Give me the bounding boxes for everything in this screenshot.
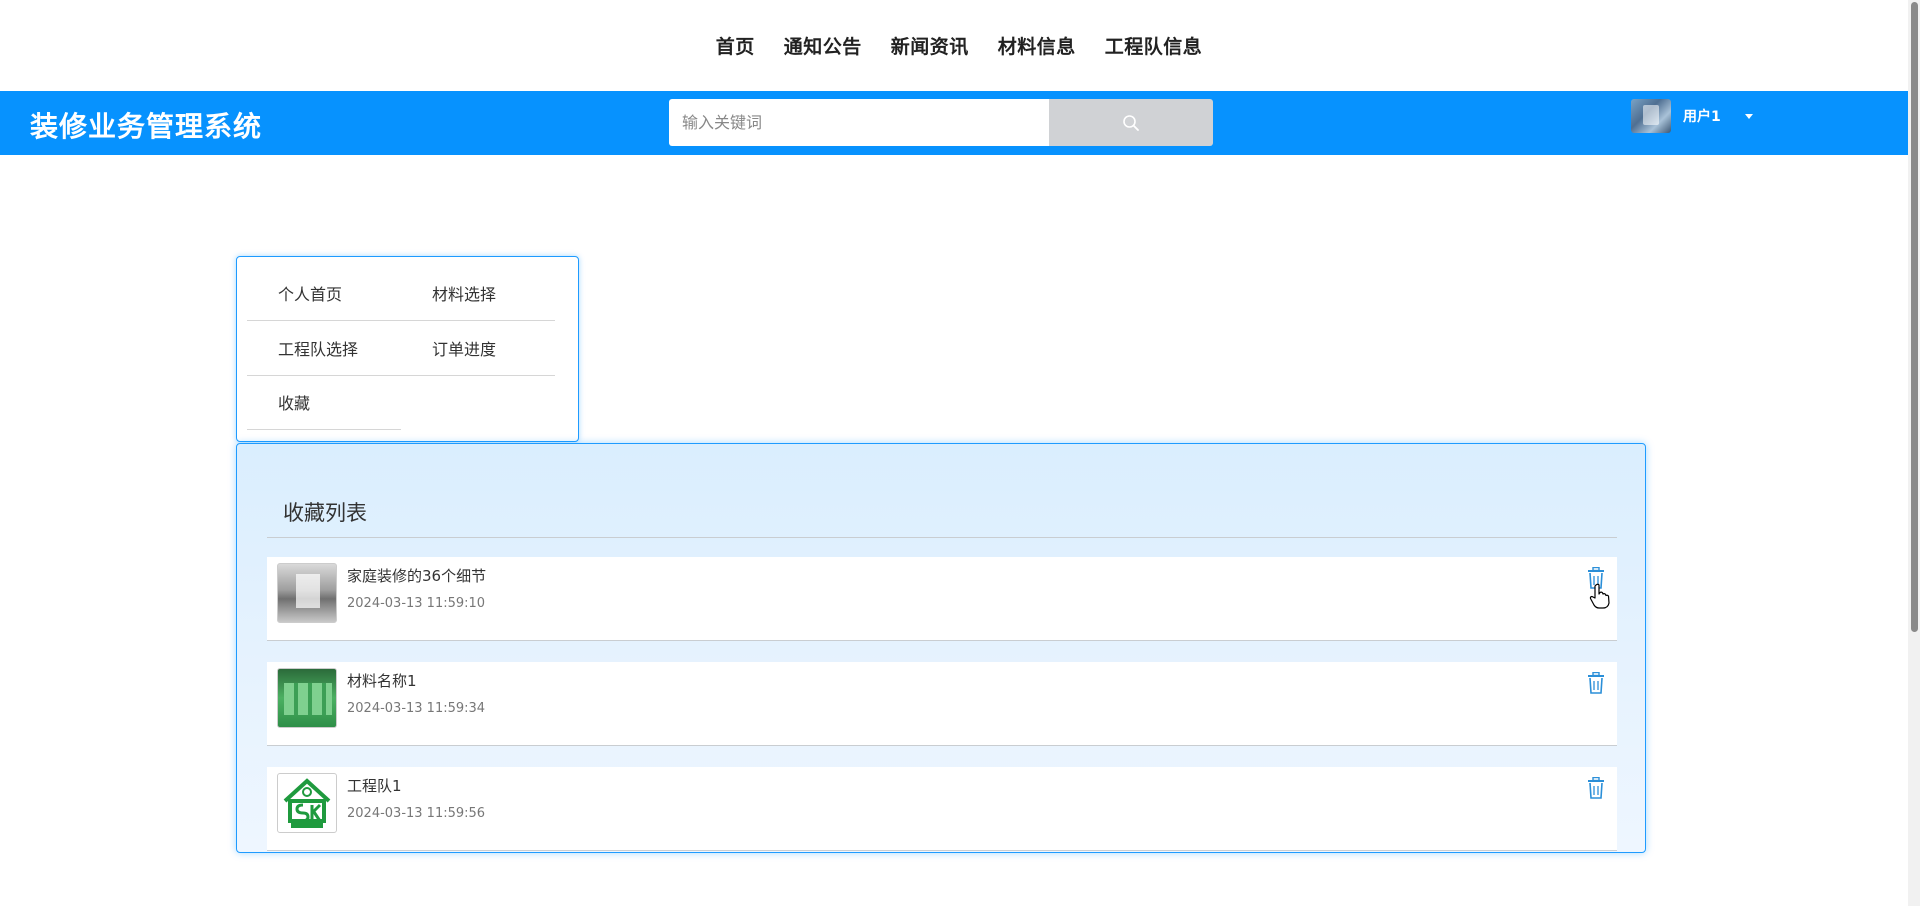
chevron-down-icon — [1744, 113, 1753, 119]
brand-title: 装修业务管理系统 — [30, 110, 263, 143]
scrollbar-thumb[interactable] — [1911, 2, 1918, 632]
menu-item-label: 个人首页 — [278, 284, 343, 304]
favorites-panel: 收藏列表 家庭装修的36个细节 2024-03-13 11:59:10 材料名称… — [236, 443, 1646, 853]
search-input[interactable] — [669, 99, 1049, 146]
menu-item-material-select[interactable]: 材料选择 — [401, 265, 555, 320]
menu-item-label: 工程队选择 — [278, 339, 359, 359]
trash-icon[interactable] — [1587, 672, 1605, 694]
item-timestamp: 2024-03-13 11:59:34 — [347, 701, 486, 716]
list-item[interactable]: 家庭装修的36个细节 2024-03-13 11:59:10 — [267, 557, 1617, 641]
nav-teams[interactable]: 工程队信息 — [1105, 32, 1203, 59]
item-timestamp: 2024-03-13 11:59:10 — [347, 596, 486, 611]
menu-item-label: 材料选择 — [432, 284, 497, 304]
page: 首页 通知公告 新闻资讯 材料信息 工程队信息 装修业务管理系统 用户1 — [0, 0, 1920, 906]
user-menu[interactable]: 用户1 — [1631, 98, 1753, 134]
user-name: 用户1 — [1683, 109, 1721, 125]
item-thumbnail — [277, 563, 337, 623]
menu-item-order-progress[interactable]: 订单进度 — [401, 320, 555, 375]
list-item[interactable]: 材料名称1 2024-03-13 11:59:34 — [267, 662, 1617, 746]
item-thumbnail — [277, 773, 337, 833]
list-item[interactable]: 工程队1 2024-03-13 11:59:56 — [267, 767, 1617, 851]
item-title: 家庭装修的36个细节 — [347, 567, 487, 585]
search-box — [669, 99, 1213, 146]
item-timestamp: 2024-03-13 11:59:56 — [347, 806, 486, 821]
item-thumbnail — [277, 668, 337, 728]
side-menu: 个人首页 材料选择 工程队选择 订单进度 收藏 — [236, 256, 579, 442]
menu-item-favorites[interactable]: 收藏 — [247, 375, 401, 430]
nav-home[interactable]: 首页 — [716, 32, 755, 59]
item-title: 工程队1 — [347, 777, 402, 795]
menu-item-personal-home[interactable]: 个人首页 — [247, 265, 401, 320]
nav-news[interactable]: 新闻资讯 — [891, 32, 969, 59]
top-nav: 首页 通知公告 新闻资讯 材料信息 工程队信息 — [0, 0, 1908, 91]
menu-item-label: 收藏 — [278, 394, 311, 413]
favorites-divider — [267, 537, 1617, 538]
nav-materials[interactable]: 材料信息 — [998, 32, 1076, 59]
favorites-title: 收藏列表 — [283, 501, 367, 525]
nav-notices[interactable]: 通知公告 — [784, 32, 862, 59]
search-button[interactable] — [1049, 99, 1213, 146]
search-icon — [1123, 114, 1139, 131]
avatar — [1631, 99, 1671, 133]
menu-item-team-select[interactable]: 工程队选择 — [247, 320, 401, 375]
trash-icon[interactable] — [1587, 777, 1605, 799]
header-bar: 装修业务管理系统 用户1 — [0, 91, 1908, 155]
item-title: 材料名称1 — [347, 672, 417, 690]
trash-icon[interactable] — [1587, 567, 1605, 589]
menu-item-label: 订单进度 — [432, 339, 497, 359]
sk-logo-icon — [283, 778, 331, 828]
